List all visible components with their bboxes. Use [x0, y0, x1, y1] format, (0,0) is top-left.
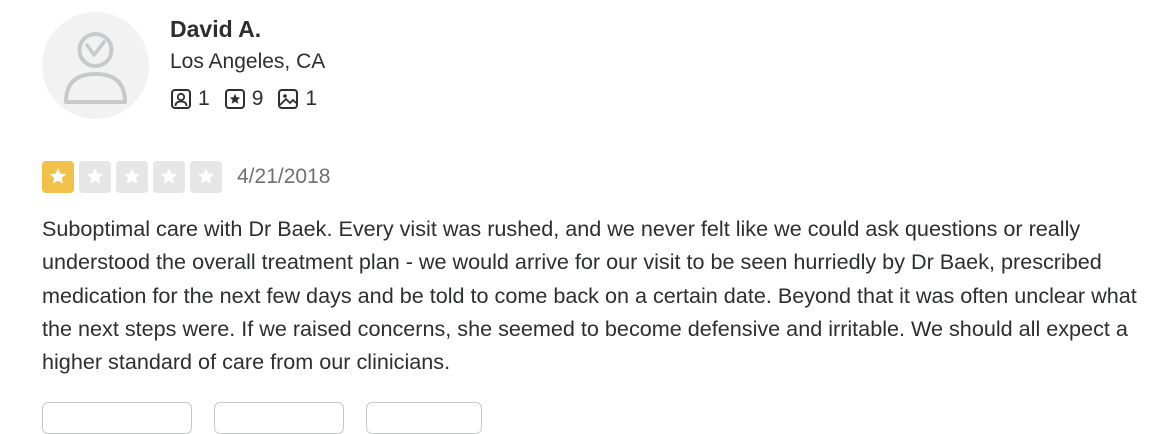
user-passport: David A. Los Angeles, CA 1 9 1 — [42, 12, 542, 122]
review-text: Suboptimal care with Dr Baek. Every visi… — [42, 216, 1137, 375]
user-stats: 1 9 1 — [170, 86, 331, 112]
friends-count: 1 — [198, 87, 210, 110]
star-rating — [42, 161, 227, 193]
friends-icon — [170, 88, 192, 110]
star-icon — [197, 168, 215, 184]
avatar[interactable] — [42, 12, 149, 119]
review-card: David A. Los Angeles, CA 1 9 1 4/21/2018… — [0, 0, 1166, 434]
star-icon — [86, 168, 104, 184]
star-icon — [123, 168, 141, 184]
star-empty — [190, 161, 222, 193]
default-user-icon — [64, 32, 127, 104]
star-icon — [49, 168, 67, 184]
review-star-icon — [224, 88, 246, 110]
reviews-stat: 9 — [224, 87, 264, 111]
user-info: David A. Los Angeles, CA 1 9 1 — [170, 14, 331, 112]
user-location: Los Angeles, CA — [170, 50, 326, 73]
photo-icon — [277, 88, 299, 110]
star-empty — [116, 161, 148, 193]
star-icon — [160, 168, 178, 184]
user-name[interactable]: David A. — [170, 14, 331, 44]
rating-row: 4/21/2018 — [42, 160, 330, 194]
review-date: 4/21/2018 — [237, 165, 331, 188]
photos-stat: 1 — [277, 87, 317, 111]
star-empty — [153, 161, 185, 193]
photos-count: 1 — [305, 87, 318, 110]
star-filled — [42, 161, 74, 193]
star-empty — [79, 161, 111, 193]
friends-stat: 1 — [170, 87, 210, 111]
reviews-count: 9 — [251, 87, 264, 110]
